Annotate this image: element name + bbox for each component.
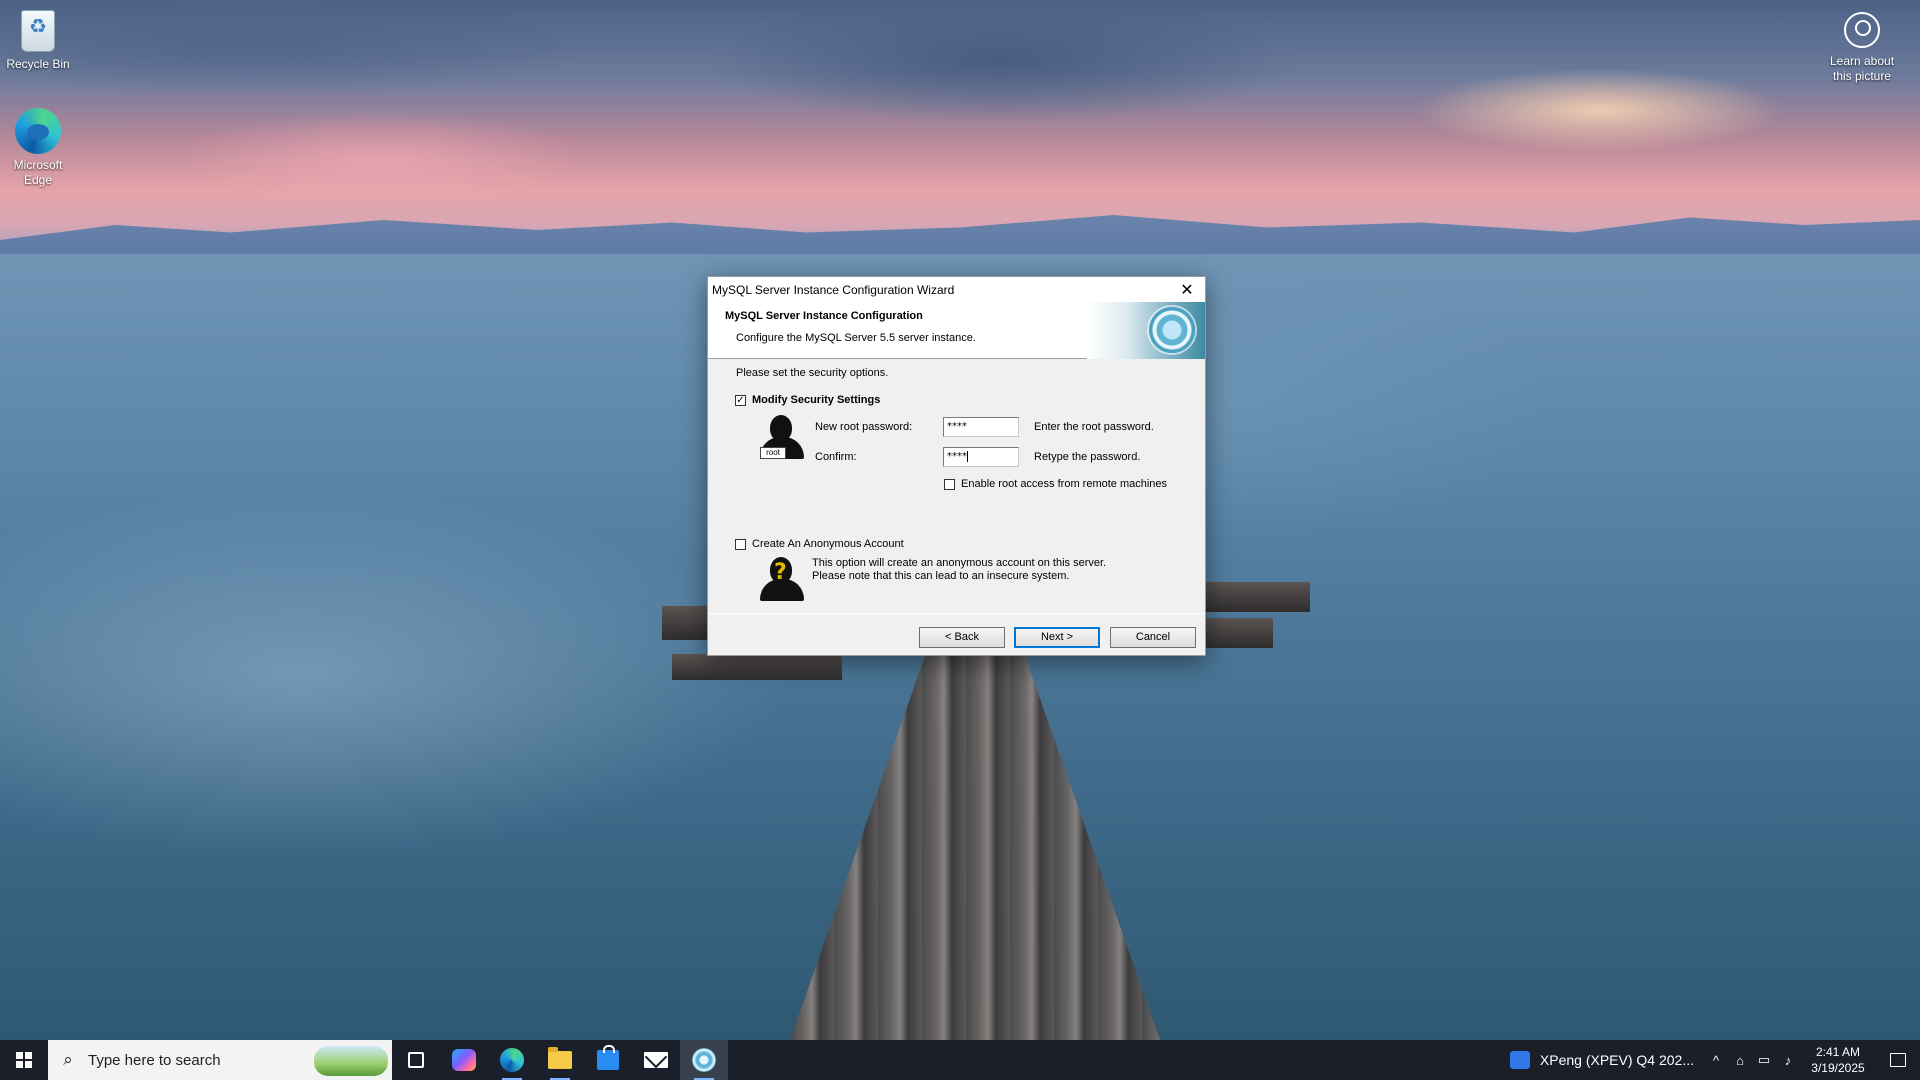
new-password-field[interactable]: ****	[943, 417, 1019, 437]
start-button[interactable]	[0, 1040, 48, 1080]
root-tag: root	[760, 447, 786, 459]
copilot-icon	[452, 1049, 476, 1071]
mail-icon	[644, 1052, 668, 1068]
dialog-header: MySQL Server Instance Configuration Conf…	[708, 302, 1205, 359]
next-button[interactable]: Next >	[1014, 627, 1100, 648]
learn-about-picture[interactable]: Learn about this picture	[1822, 12, 1902, 84]
learn-about-label: Learn about this picture	[1829, 54, 1895, 83]
notification-center-button[interactable]	[1876, 1040, 1920, 1080]
cancel-button[interactable]: Cancel	[1110, 627, 1196, 648]
close-icon: ✕	[1180, 281, 1194, 299]
taskbar-clock[interactable]: 2:41 AM 3/19/2025	[1800, 1044, 1876, 1076]
anonymous-user-icon: ?	[760, 555, 804, 603]
wallpaper-pier-plank	[672, 654, 842, 680]
confirm-password-field[interactable]: ****	[943, 447, 1019, 467]
clock-date: 3/19/2025	[1811, 1061, 1865, 1075]
header-subtitle: Configure the MySQL Server 5.5 server in…	[736, 332, 976, 344]
taskbar-search[interactable]: ⌕ Type here to search	[48, 1040, 392, 1080]
modify-security-checkbox[interactable]: ✓	[735, 395, 746, 406]
volume-icon[interactable]: ♪	[1776, 1053, 1800, 1068]
system-tray: XPeng (XPEV) Q4 202... ^ ⌂ ▭ ♪ 2:41 AM 3…	[1500, 1040, 1920, 1080]
search-placeholder: Type here to search	[88, 1051, 221, 1069]
header-title: MySQL Server Instance Configuration	[725, 310, 923, 322]
desktop-icon-edge[interactable]: Microsoft Edge	[0, 106, 76, 188]
mysql-config-wizard-dialog: MySQL Server Instance Configuration Wiza…	[707, 276, 1206, 656]
camera-info-icon	[1844, 12, 1880, 48]
wallpaper-sky	[0, 0, 1920, 255]
new-password-hint: Enter the root password.	[1034, 421, 1154, 433]
anonymous-account-label[interactable]: Create An Anonymous Account	[752, 538, 904, 550]
store-icon	[597, 1045, 619, 1070]
question-mark-icon: ?	[774, 560, 787, 585]
desktop-icon-recycle-bin[interactable]: Recycle Bin	[0, 6, 76, 72]
wallpaper-pier-plank	[1205, 582, 1310, 612]
dialog-titlebar[interactable]: MySQL Server Instance Configuration Wiza…	[708, 277, 1205, 302]
edge-icon	[500, 1048, 524, 1072]
close-button[interactable]: ✕	[1169, 277, 1205, 302]
footer-separator	[708, 613, 1205, 614]
header-banner	[1087, 302, 1205, 359]
mysql-wizard-icon	[692, 1048, 716, 1072]
confirm-password-hint: Retype the password.	[1034, 451, 1141, 463]
back-button[interactable]: < Back	[919, 627, 1005, 648]
remote-access-label[interactable]: Enable root access from remote machines	[961, 478, 1167, 490]
text-caret	[967, 450, 968, 462]
chevron-up-icon: ^	[1712, 1052, 1720, 1068]
mysql-wizard-taskbar-button[interactable]	[680, 1040, 728, 1080]
modify-security-label[interactable]: Modify Security Settings	[752, 394, 880, 406]
task-view-button[interactable]	[392, 1040, 440, 1080]
file-explorer-icon	[548, 1047, 572, 1069]
root-user-icon: root	[760, 413, 804, 461]
copilot-button[interactable]	[440, 1040, 488, 1080]
show-hidden-icons-button[interactable]: ^	[1704, 1053, 1728, 1068]
anonymous-account-checkbox[interactable]	[735, 539, 746, 550]
mail-button[interactable]	[632, 1040, 680, 1080]
task-view-icon	[408, 1052, 424, 1068]
gear-icon	[1149, 307, 1195, 353]
wallpaper-pier-plank	[1205, 618, 1273, 648]
new-password-label: New root password:	[815, 421, 913, 433]
news-headline: XPeng (XPEV) Q4 202...	[1539, 1052, 1694, 1068]
recycle-bin-icon	[21, 10, 55, 52]
dialog-window-title: MySQL Server Instance Configuration Wiza…	[712, 282, 955, 297]
search-highlight-image	[314, 1046, 388, 1076]
store-button[interactable]	[584, 1040, 632, 1080]
windows-logo-icon	[16, 1052, 32, 1068]
confirm-password-value: ****	[947, 451, 967, 462]
intro-text: Please set the security options.	[736, 367, 889, 379]
notification-icon	[1890, 1053, 1906, 1067]
news-widget[interactable]: XPeng (XPEV) Q4 202...	[1500, 1040, 1704, 1080]
remote-access-checkbox[interactable]	[944, 479, 955, 490]
edge-taskbar-button[interactable]	[488, 1040, 536, 1080]
desktop-icon-label: Recycle Bin	[6, 57, 70, 71]
new-password-value: ****	[947, 421, 967, 432]
file-explorer-button[interactable]	[536, 1040, 584, 1080]
anonymous-description-line1: This option will create an anonymous acc…	[812, 557, 1107, 569]
meet-now-icon[interactable]: ⌂	[1728, 1053, 1752, 1068]
edge-icon	[15, 108, 61, 154]
stock-chart-icon	[1509, 1051, 1530, 1069]
clock-time: 2:41 AM	[1815, 1045, 1861, 1059]
anonymous-description-line2: Please note that this can lead to an ins…	[812, 570, 1070, 582]
search-icon: ⌕	[63, 1050, 73, 1069]
taskbar: ⌕ Type here to search XPeng (XPEV) Q4 20…	[0, 1040, 1920, 1080]
desktop-icon-label: Microsoft Edge	[13, 158, 63, 187]
checkmark-icon: ✓	[736, 395, 745, 406]
confirm-password-label: Confirm:	[815, 451, 857, 463]
network-icon[interactable]: ▭	[1752, 1052, 1776, 1068]
